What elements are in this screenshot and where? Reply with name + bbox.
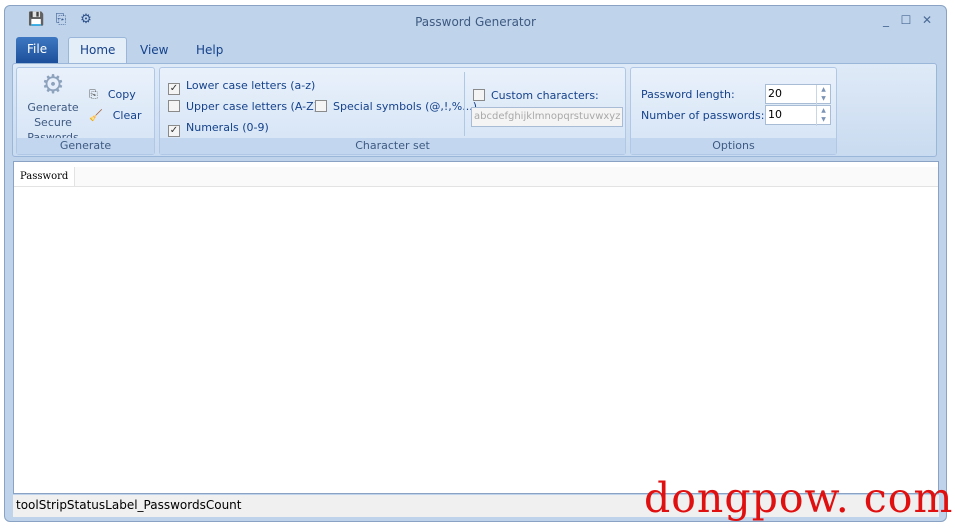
number-of-passwords-label: Number of passwords: [641, 109, 765, 122]
group-options: Password length: 20 ▲ ▼ Number of password… [630, 67, 837, 155]
custom-characters-checkbox[interactable]: Custom characters: [473, 89, 599, 102]
special-symbols-checkbox[interactable]: Special symbols (@,!,%...) [315, 100, 477, 113]
minimize-button[interactable]: _ [879, 13, 893, 27]
tab-file[interactable]: File [16, 37, 59, 63]
tab-home[interactable]: Home [68, 37, 128, 64]
copy-icon: ⎘ [89, 88, 98, 101]
group-label: Options [631, 138, 836, 154]
broom-icon: 🧹 [89, 109, 103, 122]
separator [464, 72, 465, 136]
maximize-button[interactable]: ☐ [899, 13, 913, 27]
copy-button[interactable]: ⎘ Copy [89, 88, 136, 102]
status-label: toolStripStatusLabel_PasswordsCount [16, 498, 242, 512]
count-spinner[interactable]: ▲ ▼ [816, 106, 830, 126]
title-bar: 💾 ⎘ ⚙ Password Generator _ ☐ ✕ [5, 6, 946, 36]
window-title: Password Generator [415, 15, 536, 29]
group-label: Character set [160, 138, 625, 154]
ribbon: ⚙ Generate Secure Paswords ⎘ Copy 🧹 Clear … [12, 63, 937, 157]
password-length-label: Password length: [641, 88, 735, 101]
clear-button[interactable]: 🧹 Clear [89, 109, 141, 122]
length-spinner[interactable]: ▲ ▼ [816, 85, 830, 105]
upper-case-checkbox[interactable]: Upper case letters (A-Z) [168, 100, 318, 113]
password-list[interactable]: Password [13, 161, 939, 494]
column-header-password[interactable]: Password [14, 167, 76, 186]
app-window: 💾 ⎘ ⚙ Password Generator _ ☐ ✕ File Home… [4, 5, 947, 522]
group-character-set: ✓ Lower case letters (a-z) Upper case let… [159, 67, 626, 155]
gear-icon: ⚙ [41, 70, 65, 100]
watermark: dongpow. com [644, 474, 954, 522]
number-of-passwords-input[interactable]: 10 ▲ ▼ [765, 105, 831, 126]
custom-characters-input[interactable]: abcdefghijklmnopqrstuvwxyz [471, 107, 623, 127]
group-generate: ⚙ Generate Secure Paswords ⎘ Copy 🧹 Clear … [16, 67, 155, 155]
group-label: Generate [17, 138, 154, 154]
lower-case-checkbox[interactable]: ✓ Lower case letters (a-z) [168, 79, 315, 95]
tab-view[interactable]: View [129, 38, 179, 63]
close-button[interactable]: ✕ [920, 13, 934, 27]
password-length-input[interactable]: 20 ▲ ▼ [765, 84, 831, 105]
numerals-checkbox[interactable]: ✓ Numerals (0-9) [168, 121, 269, 137]
list-header: Password [14, 167, 938, 187]
generate-button[interactable]: ⚙ Generate Secure Paswords [19, 70, 87, 138]
tab-help[interactable]: Help [185, 38, 234, 63]
